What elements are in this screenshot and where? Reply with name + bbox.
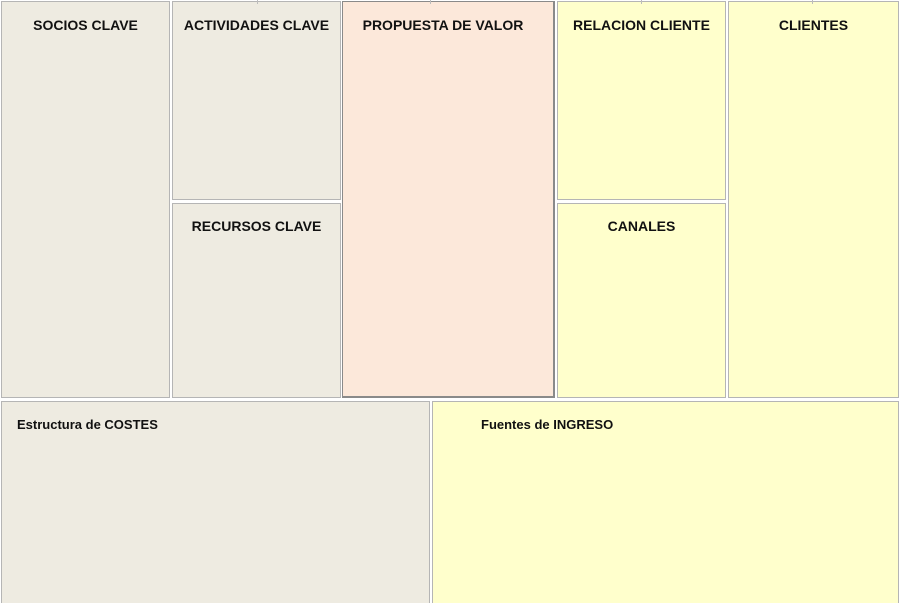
divider-tick [812,0,813,4]
clientes-title: CLIENTES [778,17,849,33]
fuentes-ingreso-title: Fuentes de INGRESO [481,417,614,432]
clientes-block: CLIENTES [728,1,899,398]
canales-title: CANALES [607,218,676,234]
canales-block: CANALES [557,203,726,398]
divider-tick [430,0,431,4]
estructura-costes-block: Estructura de COSTES [1,401,430,603]
relacion-cliente-title: RELACION CLIENTE [573,17,710,33]
divider-tick [257,0,258,4]
estructura-costes-title: Estructura de COSTES [17,417,158,432]
recursos-clave-block: RECURSOS CLAVE [172,203,341,398]
propuesta-de-valor-block: PROPUESTA DE VALOR [342,1,555,398]
propuesta-de-valor-title: PROPUESTA DE VALOR [362,17,524,33]
relacion-cliente-block: RELACION CLIENTE [557,1,726,200]
divider-tick [641,0,642,4]
fuentes-ingreso-block: Fuentes de INGRESO [432,401,899,603]
actividades-clave-block: ACTIVIDADES CLAVE [172,1,341,200]
socios-clave-block: SOCIOS CLAVE [1,1,170,398]
socios-clave-title: SOCIOS CLAVE [33,17,138,33]
actividades-clave-title: ACTIVIDADES CLAVE [183,17,330,33]
recursos-clave-title: RECURSOS CLAVE [191,218,322,234]
